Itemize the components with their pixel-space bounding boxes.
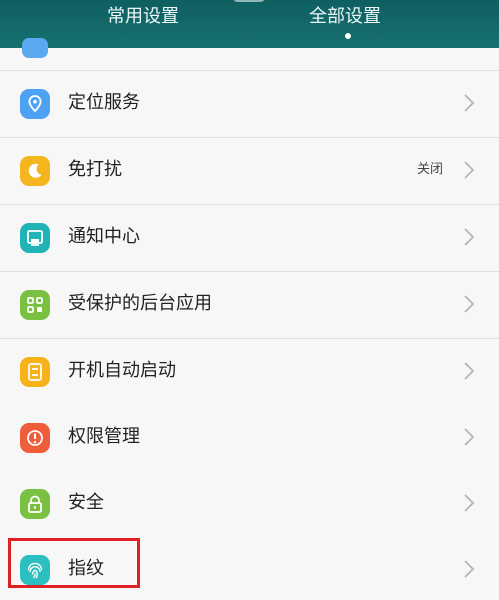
setting-row-protected-background-apps[interactable]: 受保护的后台应用 [0,272,499,339]
setting-value: 关闭 [416,162,443,177]
setting-label: 免打扰 [68,159,122,180]
setting-row-do-not-disturb[interactable]: 免打扰 关闭 [0,138,499,205]
fingerprint-icon [20,555,50,585]
settings-screen: 常用设置 全部设置 定位服务 免打扰 关闭 通知中心 受保护的后台应用 开机自动… [0,0,499,600]
chevron-right-icon [464,228,475,246]
moon-icon-svg [28,163,42,178]
lock-icon-svg [28,495,42,513]
chevron-right-icon [464,428,475,446]
permission-icon-svg [27,430,43,446]
location-icon-svg [28,95,42,113]
setting-row-security[interactable]: 安全 [0,471,499,538]
chevron-right-icon [464,560,475,578]
tab-common-settings[interactable]: 常用设置 [107,6,179,42]
setting-row-notification-center[interactable]: 通知中心 [0,205,499,272]
active-tab-indicator [345,33,351,39]
chevron-right-icon [464,94,475,112]
setting-row-fingerprint[interactable]: 指纹 [0,537,499,600]
startup-icon [20,357,50,387]
setting-row-permission-management[interactable]: 权限管理 [0,405,499,472]
notification-icon-svg [27,230,43,246]
settings-header: 常用设置 全部设置 [0,0,499,48]
setting-label: 开机自动启动 [68,360,176,381]
setting-label: 安全 [68,492,104,513]
partial-setting-row[interactable] [0,38,499,71]
partial-setting-icon [22,38,48,58]
chevron-right-icon [464,362,475,380]
chevron-right-icon [464,295,475,313]
permission-icon [20,423,50,453]
setting-label: 权限管理 [68,426,140,447]
setting-row-location-service[interactable]: 定位服务 [0,71,499,138]
fingerprint-icon-svg [27,562,43,579]
chevron-right-icon [464,494,475,512]
setting-label: 指纹 [68,558,104,579]
setting-label: 受保护的后台应用 [68,293,212,314]
chevron-right-icon [464,161,475,179]
notification-icon [20,223,50,253]
setting-row-auto-start[interactable]: 开机自动启动 [0,339,499,406]
protected-apps-icon [20,290,50,320]
setting-label: 通知中心 [68,226,140,247]
moon-icon [20,156,50,186]
location-icon [20,89,50,119]
protected-apps-icon-svg [27,297,43,313]
status-bar-indicator [232,0,266,2]
setting-label: 定位服务 [68,92,140,113]
lock-icon [20,489,50,519]
startup-icon-svg [28,363,42,381]
